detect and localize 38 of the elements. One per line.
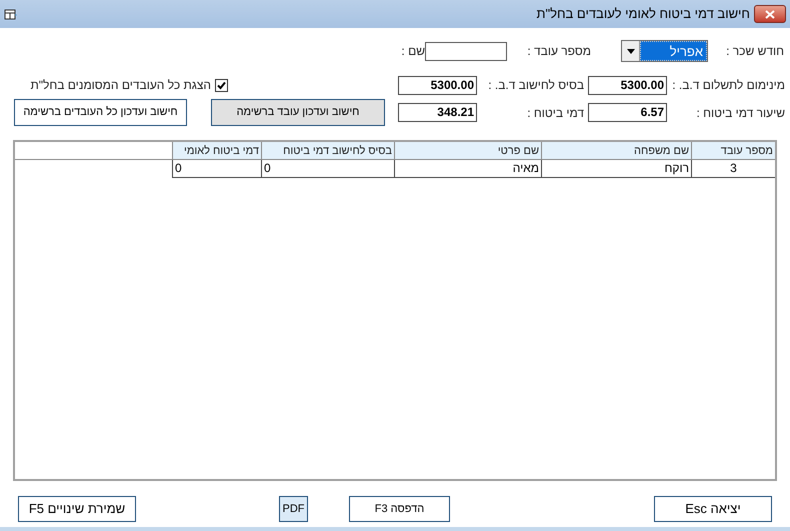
calculate-employee-button[interactable]: חישוב ועדכון עובד ברשימה — [211, 99, 385, 126]
month-dropdown[interactable]: אפריל — [621, 40, 708, 62]
exit-button[interactable]: יציאה Esc — [654, 496, 772, 522]
checkbox-label: הצגת כל העובדים המסומנים בחל"ת — [30, 77, 211, 94]
field-label: שיעור דמי ביטוח : — [695, 104, 785, 122]
pdf-button[interactable]: PDF — [279, 496, 308, 522]
calculate-all-button[interactable]: חישוב ועדכון כל העובדים ברשימה — [14, 99, 187, 126]
selected-month: אפריל — [640, 41, 707, 61]
column-header[interactable]: מספר עובד — [691, 142, 775, 159]
window-title: חישוב דמי ביטוח לאומי לעובדים בחל"ת — [536, 5, 750, 24]
field-label: חודש שכר : — [725, 43, 784, 60]
field-label: שם : — [400, 43, 425, 60]
field-label: דמי ביטוח : — [526, 104, 584, 122]
field-label: מינימום לתשלום ד.ב. : — [671, 77, 785, 94]
table-cell: 3 — [691, 160, 775, 178]
table-cell: 0 — [261, 160, 394, 178]
table-cell: מאיה — [394, 160, 541, 178]
close-button[interactable] — [754, 5, 786, 23]
column-header[interactable]: דמי ביטוח לאומי — [172, 142, 261, 159]
checkbox[interactable] — [215, 78, 228, 92]
check-icon — [217, 80, 226, 90]
save-button[interactable]: שמירת שינויים F5 — [18, 496, 136, 522]
employee-number-field[interactable] — [425, 42, 507, 60]
column-header[interactable]: שם משפחה — [541, 142, 691, 159]
column-header[interactable]: בסיס לחישוב דמי ביטוח — [261, 142, 394, 159]
value-field[interactable]: 5300.00 — [398, 76, 477, 94]
table-cell: 0 — [172, 160, 261, 178]
table-cell: רוקח — [541, 160, 691, 178]
value-field[interactable]: 6.57 — [588, 103, 667, 122]
app-icon — [4, 8, 18, 20]
value-field[interactable]: 348.21 — [398, 103, 477, 122]
value-field[interactable]: 5300.00 — [588, 76, 667, 94]
dropdown-arrow-icon — [626, 48, 634, 54]
print-button[interactable]: הדפסה F3 — [349, 496, 450, 522]
close-icon — [765, 10, 775, 18]
field-label: מספר עובד : — [526, 43, 591, 60]
field-label: בסיס לחישוב ד.ב. : — [487, 77, 584, 94]
column-header[interactable]: שם פרטי — [394, 142, 541, 159]
